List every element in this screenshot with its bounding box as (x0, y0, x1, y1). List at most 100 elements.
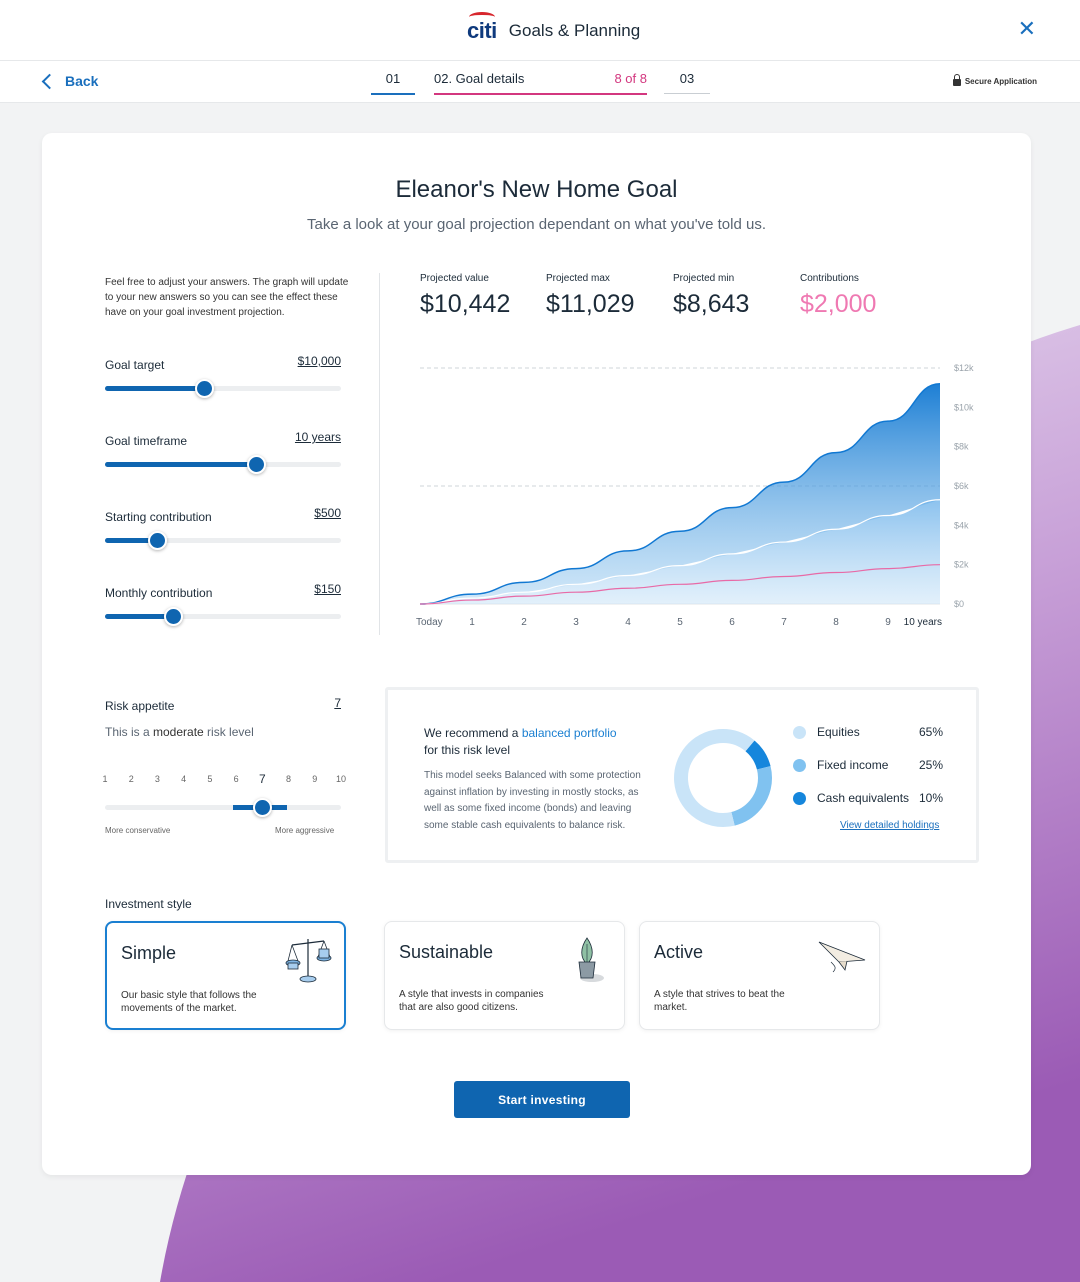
style-name: Active (654, 942, 704, 962)
step-3[interactable]: 03 (664, 71, 710, 94)
style-desc: A style that invests in companies that a… (399, 989, 544, 1013)
risk-scale-1[interactable]: 1 (98, 774, 112, 784)
allocation-pct: 65% (918, 725, 943, 739)
allocation-pct: 25% (918, 758, 943, 772)
risk-value[interactable]: 7 (331, 696, 341, 710)
risk-scale-8[interactable]: 8 (282, 774, 296, 784)
x-tick-label: Today (416, 617, 443, 628)
risk-scale-2[interactable]: 2 (124, 774, 138, 784)
stat-value: $11,029 (546, 290, 635, 318)
slider-thumb[interactable] (247, 455, 267, 474)
slider-label: Monthly contribution (105, 586, 213, 600)
style-option-active[interactable]: Active A style that strives to beat the … (639, 921, 880, 1030)
style-name: Sustainable (399, 942, 494, 962)
risk-scale-5[interactable]: 5 (203, 774, 217, 784)
slider-value[interactable]: $10,000 (298, 354, 341, 368)
stat-label: Contributions (800, 273, 859, 284)
recommendation-panel: We recommend a balanced portfolio for th… (385, 687, 979, 863)
allocation-cash: Cash equivalents 10% (793, 791, 943, 805)
allocation-donut (674, 729, 772, 827)
citi-logo: citi (467, 12, 497, 44)
brand: citi Goals & Planning (467, 12, 641, 44)
slider-track[interactable] (105, 607, 341, 626)
recommendation-heading: We recommend a balanced portfolio for th… (424, 726, 617, 757)
chevron-left-icon (41, 73, 58, 90)
x-tick-label: 9 (885, 617, 891, 628)
start-investing-button[interactable]: Start investing (454, 1081, 630, 1118)
scales-icon (285, 939, 332, 983)
legend-dot (793, 725, 806, 739)
recommendation-body: This model seeks Balanced with some prot… (424, 770, 641, 831)
step-2[interactable]: 02. Goal details 8 of 8 (434, 71, 647, 95)
slider-thumb[interactable] (164, 607, 184, 626)
y-tick-label: $2k (954, 560, 969, 570)
slider-track[interactable] (105, 379, 341, 398)
secure-label: Secure Application (964, 77, 1037, 86)
stat-projected-value: Projected value $10,442 (420, 273, 510, 319)
x-tick-label: 4 (625, 617, 631, 628)
top-bar: citi Goals & Planning ✕ (0, 0, 1080, 61)
risk-description: This is a moderate risk level (105, 725, 254, 739)
y-tick-label: $8k (954, 442, 969, 452)
x-tick-label: 7 (781, 617, 787, 628)
legend-dot (793, 791, 806, 805)
y-tick-label: $12k (954, 363, 974, 373)
close-icon[interactable]: ✕ (1018, 18, 1036, 40)
step-1[interactable]: 01 (371, 71, 415, 95)
y-tick-label: $0 (954, 599, 964, 609)
app-title: Goals & Planning (508, 21, 641, 40)
slider-track[interactable] (105, 531, 341, 550)
x-tick-label: 10 years (904, 617, 942, 628)
style-desc: A style that strives to beat the market. (654, 989, 785, 1013)
lock-icon (952, 74, 961, 86)
slider-value[interactable]: 10 years (295, 430, 341, 444)
y-tick-label: $4k (954, 520, 969, 530)
x-tick-label: 8 (833, 617, 839, 628)
risk-scale-9[interactable]: 9 (308, 774, 322, 784)
investment-style-label: Investment style (105, 897, 192, 911)
style-option-simple[interactable]: Simple Our basic style that follows the … (105, 921, 346, 1030)
step-2-label: 02. Goal details (434, 71, 525, 86)
slider-label: Starting contribution (105, 510, 212, 524)
stat-label: Projected value (420, 273, 489, 284)
secure-application: Secure Application (952, 74, 1037, 86)
legend-dot (793, 758, 806, 772)
x-tick-label: 6 (729, 617, 735, 628)
page-subtitle: Take a look at your goal projection depe… (306, 216, 766, 233)
allocation-fixed-income: Fixed income 25% (793, 758, 943, 772)
slider-thumb[interactable] (195, 379, 215, 398)
allocation-name: Equities (817, 725, 860, 739)
balanced-portfolio-link[interactable]: balanced portfolio (522, 726, 617, 740)
x-tick-label: 2 (521, 617, 527, 628)
style-option-sustainable[interactable]: Sustainable A style that invests in comp… (384, 921, 625, 1030)
slider-label: Goal timeframe (105, 434, 188, 448)
risk-left-label: More conservative (105, 826, 171, 835)
back-button[interactable]: Back (41, 73, 98, 90)
risk-scale-7[interactable]: 7 (255, 772, 269, 786)
slider-value[interactable]: $500 (314, 506, 341, 520)
stat-value: $2,000 (800, 290, 877, 318)
stat-label: Projected min (673, 273, 735, 284)
risk-slider-thumb[interactable] (253, 798, 273, 817)
stat-label: Projected max (546, 273, 610, 284)
slider-label: Goal target (105, 358, 165, 372)
stat-projected-max: Projected max $11,029 (546, 273, 635, 319)
risk-scale-4[interactable]: 4 (177, 774, 191, 784)
slider-value[interactable]: $150 (314, 582, 341, 596)
risk-scale-3[interactable]: 3 (150, 774, 164, 784)
slider-track[interactable] (105, 455, 341, 474)
allocation-equities: Equities 65% (793, 725, 943, 739)
style-name: Simple (121, 943, 177, 963)
intro-text: Feel free to adjust your answers. The gr… (105, 277, 349, 318)
stat-value: $8,643 (673, 290, 750, 318)
risk-scale-10[interactable]: 10 (334, 774, 348, 784)
risk-slider[interactable] (105, 798, 341, 817)
page-title: Eleanor's New Home Goal (395, 176, 678, 203)
risk-scale-6[interactable]: 6 (229, 774, 243, 784)
view-holdings-link[interactable]: View detailed holdings (840, 820, 939, 831)
x-tick-label: 1 (469, 617, 475, 628)
step-2-count: 8 of 8 (614, 71, 647, 86)
allocation-name: Fixed income (817, 758, 889, 772)
slider-thumb[interactable] (147, 531, 167, 550)
paper-plane-icon (818, 941, 866, 973)
